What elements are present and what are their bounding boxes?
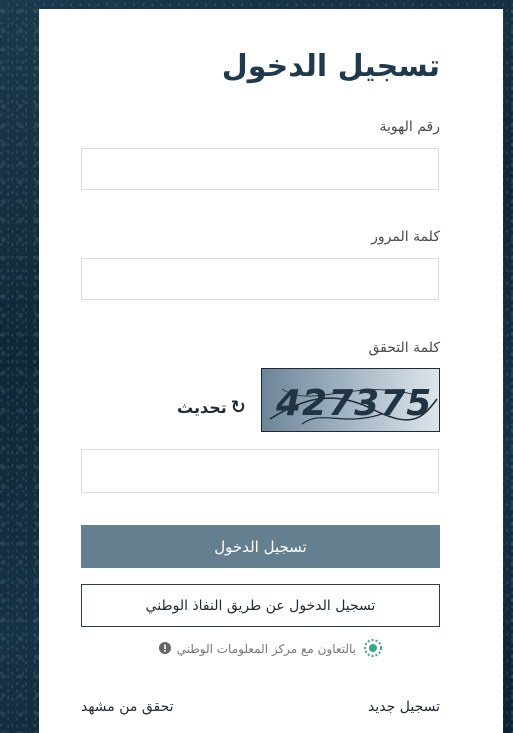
- info-icon[interactable]: [158, 641, 171, 657]
- id-label: رقم الهوية: [379, 119, 440, 135]
- refresh-icon: ↻: [230, 397, 246, 418]
- captcha-image: 427375: [261, 368, 440, 432]
- nafath-login-button[interactable]: تسجيل الدخول عن طريق النفاذ الوطني: [81, 584, 440, 627]
- page-title: تسجيل الدخول: [221, 49, 440, 84]
- captcha-text: 427375: [275, 383, 432, 424]
- nic-logo-icon: [362, 637, 384, 662]
- refresh-label: تحديث: [177, 398, 227, 417]
- refresh-button[interactable]: ↻تحديث: [177, 397, 246, 418]
- captcha-label: كلمة التحقق: [368, 340, 440, 356]
- id-number-input[interactable]: [81, 148, 439, 190]
- verify-certificate-link[interactable]: تحقق من مشهد: [81, 699, 174, 715]
- password-label: كلمة المرور: [371, 229, 440, 245]
- register-link[interactable]: تسجيل جديد: [368, 699, 440, 715]
- login-button[interactable]: تسجيل الدخول: [81, 525, 440, 568]
- partner-text: بالتعاون مع مركز المعلومات الوطني: [176, 642, 356, 656]
- password-input[interactable]: [81, 258, 439, 300]
- partner-note: بالتعاون مع مركز المعلومات الوطني: [134, 637, 384, 661]
- login-card: تسجيل الدخول رقم الهوية كلمة المرور كلمة…: [39, 9, 503, 733]
- captcha-input[interactable]: [81, 449, 439, 493]
